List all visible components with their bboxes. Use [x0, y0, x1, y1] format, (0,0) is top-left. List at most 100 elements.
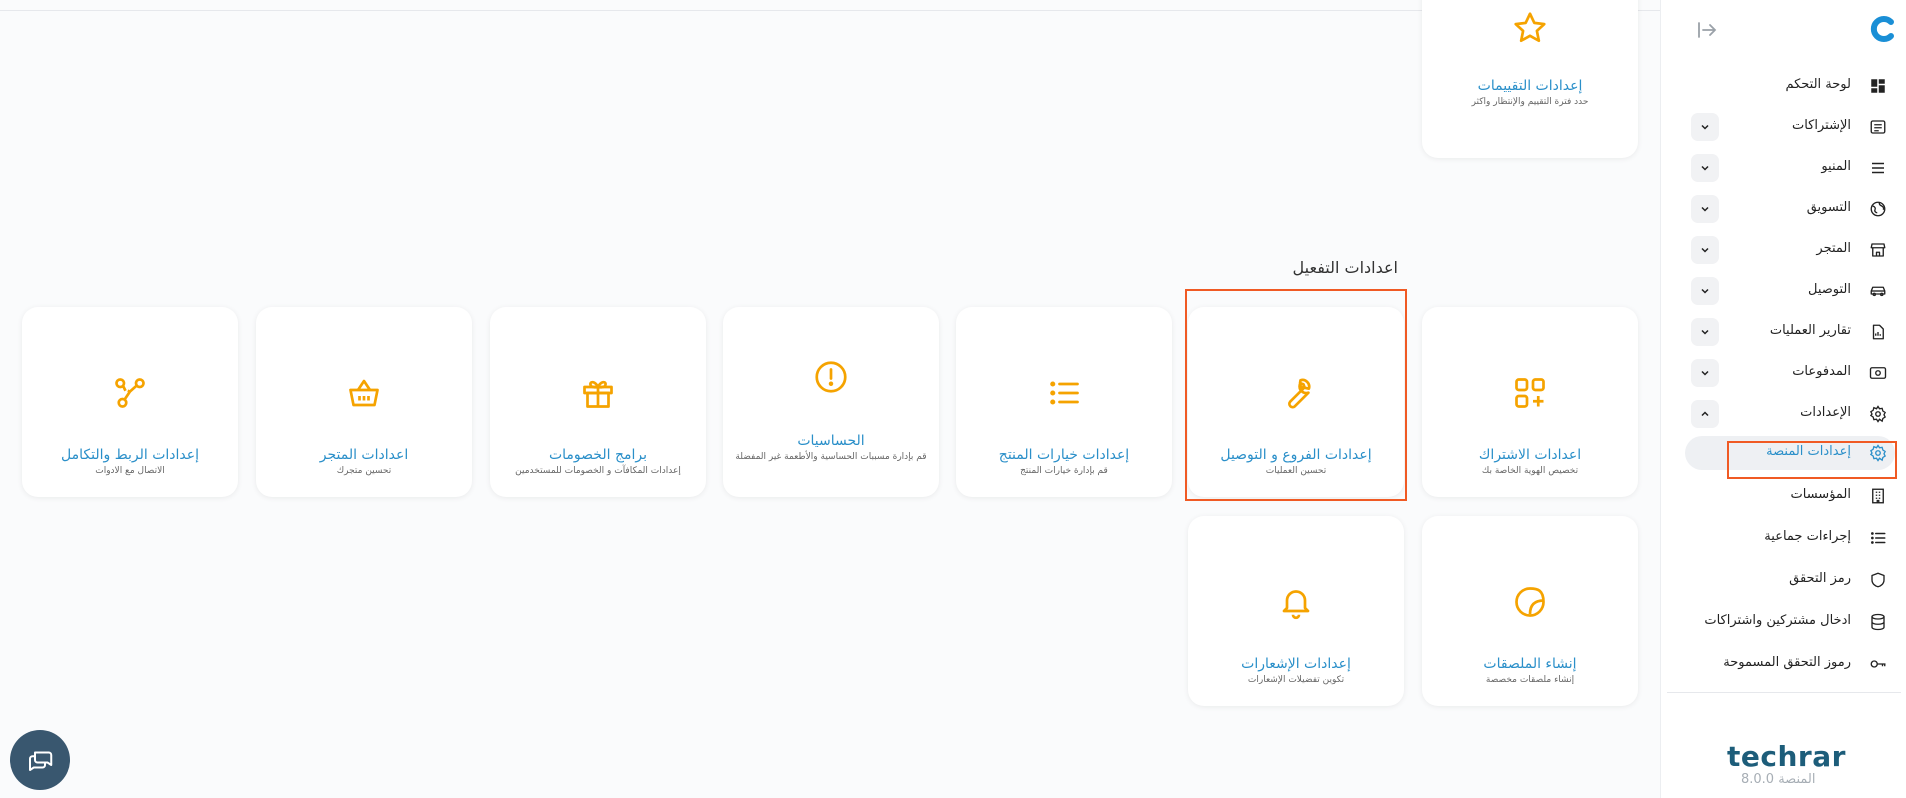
- card-title: الحساسيات: [797, 433, 865, 449]
- sidebar-item-organizations[interactable]: المؤسسات: [1661, 479, 1906, 513]
- dashboard-icon: [1871, 79, 1885, 93]
- list-icon: [956, 373, 1172, 413]
- card-title: إنشاء الملصقات: [1483, 656, 1577, 672]
- network-nodes-icon: [22, 373, 238, 413]
- sidebar-item-label: رمز التحقق: [1789, 571, 1851, 586]
- sidebar-item-marketing[interactable]: التسويق: [1661, 192, 1906, 226]
- card-subtitle: تحسين العمليات: [1265, 466, 1327, 476]
- platform-version: المنصة 8.0.0: [1741, 772, 1816, 787]
- card-subtitle: تكوين تفضيلات الإشعارات: [1247, 675, 1345, 685]
- sidebar-item-bulk-actions[interactable]: إجراءات جماعية: [1661, 521, 1906, 555]
- report-icon: [1872, 324, 1884, 340]
- card-title: اعدادات الاشتراك: [1478, 447, 1582, 463]
- gift-icon: [490, 373, 706, 413]
- bell-icon: [1188, 582, 1404, 622]
- sidebar-item-dashboard[interactable]: لوحة التحكم: [1661, 69, 1906, 103]
- car-icon: [1870, 286, 1886, 297]
- card-subtitle: الاتصال مع الادوات: [95, 466, 165, 476]
- ratings-settings-card[interactable]: إعدادات التقييمات حدد فترة التقييم والإن…: [1422, 0, 1638, 158]
- card-title: إعدادات الإشعارات: [1241, 656, 1351, 672]
- card-subtitle: إنشاء ملصقات مخصصة: [1485, 675, 1575, 685]
- sidebar-item-label: التوصيل: [1807, 282, 1851, 297]
- sticker-icon: [1422, 582, 1638, 622]
- sidebar-item-label: إعدادات المنصة: [1766, 444, 1851, 459]
- chevron-down-icon[interactable]: [1691, 154, 1719, 182]
- sidebar-item-label: ادخال مشتركين واشتراكات: [1704, 613, 1851, 628]
- sidebar-item-settings[interactable]: الإعدادات: [1661, 397, 1906, 431]
- basket-icon: [256, 373, 472, 413]
- sidebar-item-verification-code[interactable]: رمز التحقق: [1661, 563, 1906, 597]
- chat-button[interactable]: [10, 730, 70, 790]
- chevron-down-icon[interactable]: [1691, 113, 1719, 141]
- cash-icon: [1869, 367, 1887, 379]
- card-subtitle: إعدادات المكافآت و الخصومات للمستخدمين: [515, 466, 681, 476]
- branches-delivery-settings-card[interactable]: إعدادات الفروع و التوصيل تحسين العمليات: [1188, 307, 1404, 497]
- store-icon: [1870, 243, 1886, 257]
- sidebar-item-label: إجراءات جماعية: [1764, 529, 1851, 544]
- sidebar-item-label: المنيو: [1821, 159, 1851, 174]
- card-subtitle: تحسين متجرك: [336, 466, 392, 476]
- section-title: اعدادات التفعيل: [1292, 258, 1398, 277]
- chevron-up-icon[interactable]: [1691, 400, 1719, 428]
- product-options-settings-card[interactable]: إعدادات خيارات المنتج قم بإدارة خيارات ا…: [956, 307, 1172, 497]
- chevron-down-icon[interactable]: [1691, 359, 1719, 387]
- chevron-down-icon[interactable]: [1691, 195, 1719, 223]
- sidebar-item-label: المدفوعات: [1792, 364, 1851, 379]
- allergies-card[interactable]: الحساسيات قم بإدارة مسببات الحساسية والأ…: [723, 307, 939, 497]
- gear-icon: [1869, 405, 1886, 423]
- wrench-icon: [1188, 373, 1404, 413]
- collapse-icon[interactable]: [1695, 18, 1719, 42]
- create-stickers-card[interactable]: إنشاء الملصقات إنشاء ملصقات مخصصة: [1422, 516, 1638, 706]
- sidebar-item-label: الإشتراكات: [1791, 118, 1851, 133]
- integrations-settings-card[interactable]: إعدادات الربط والتكامل الاتصال مع الادوا…: [22, 307, 238, 497]
- chevron-down-icon[interactable]: [1691, 277, 1719, 305]
- chevron-down-icon[interactable]: [1691, 236, 1719, 264]
- chat-icon: [29, 751, 53, 771]
- card-title: اعدادات المتجر: [319, 447, 409, 463]
- sidebar-item-label: المؤسسات: [1790, 487, 1852, 502]
- top-divider: [0, 10, 1660, 11]
- shield-icon: [1871, 572, 1885, 588]
- menu-icon: [1872, 162, 1884, 174]
- card-title: برامج الخصومات: [548, 447, 647, 463]
- card-title: إعدادات التقييمات: [1477, 78, 1583, 94]
- sidebar-item-subscriptions[interactable]: الإشتراكات: [1661, 110, 1906, 144]
- sidebar: لوحة التحكم الإشتراكات المنيو التسويق ال…: [1660, 0, 1906, 798]
- card-title: إعدادات خيارات المنتج: [998, 447, 1130, 463]
- globe-icon: [1870, 201, 1886, 217]
- sidebar-divider: [1667, 692, 1901, 693]
- card-title: إعدادات الربط والتكامل: [61, 447, 199, 463]
- key-icon: [1870, 660, 1886, 668]
- sidebar-item-label: التسويق: [1806, 200, 1851, 215]
- discount-programs-card[interactable]: برامج الخصومات إعدادات المكافآت و الخصوم…: [490, 307, 706, 497]
- grid-plus-icon: [1422, 373, 1638, 413]
- sidebar-item-menu[interactable]: المنيو: [1661, 151, 1906, 185]
- sidebar-item-label: المتجر: [1816, 241, 1851, 256]
- sidebar-item-delivery[interactable]: التوصيل: [1661, 274, 1906, 308]
- card-subtitle: حدد فترة التقييم والإنتظار واكثر: [1471, 97, 1589, 107]
- brand-logo: techrar: [1727, 740, 1846, 773]
- chevron-down-icon[interactable]: [1691, 318, 1719, 346]
- sidebar-item-label: الإعدادات: [1800, 405, 1851, 420]
- database-icon: [1871, 613, 1885, 631]
- sidebar-item-platform-settings[interactable]: إعدادات المنصة: [1661, 436, 1906, 470]
- alert-circle-icon: [723, 357, 939, 397]
- building-icon: [1872, 488, 1884, 504]
- subscription-settings-card[interactable]: اعدادات الاشتراك تخصيص الهوية الخاصة بك: [1422, 307, 1638, 497]
- gear-icon: [1869, 444, 1886, 462]
- subscriptions-icon: [1870, 120, 1886, 134]
- sidebar-item-label: رموز التحقق المسموحة: [1723, 655, 1851, 670]
- sidebar-item-label: لوحة التحكم: [1785, 77, 1851, 92]
- sidebar-item-store[interactable]: المتجر: [1661, 233, 1906, 267]
- sidebar-item-import-subscribers[interactable]: ادخال مشتركين واشتراكات: [1661, 605, 1906, 639]
- card-subtitle: تخصيص الهوية الخاصة بك: [1481, 466, 1579, 476]
- card-subtitle: قم بإدارة خيارات المنتج: [1020, 466, 1108, 476]
- store-settings-card[interactable]: اعدادات المتجر تحسين متجرك: [256, 307, 472, 497]
- logo-icon: [1870, 16, 1894, 42]
- card-subtitle: قم بإدارة مسببات الحساسية والأطعمة غير ا…: [735, 452, 927, 462]
- sidebar-item-payments[interactable]: المدفوعات: [1661, 356, 1906, 390]
- sidebar-item-operations-reports[interactable]: تقارير العمليات: [1661, 315, 1906, 349]
- sidebar-item-allowed-codes[interactable]: رموز التحقق المسموحة: [1661, 647, 1906, 681]
- list-icon: [1871, 532, 1886, 544]
- notification-settings-card[interactable]: إعدادات الإشعارات تكوين تفضيلات الإشعارا…: [1188, 516, 1404, 706]
